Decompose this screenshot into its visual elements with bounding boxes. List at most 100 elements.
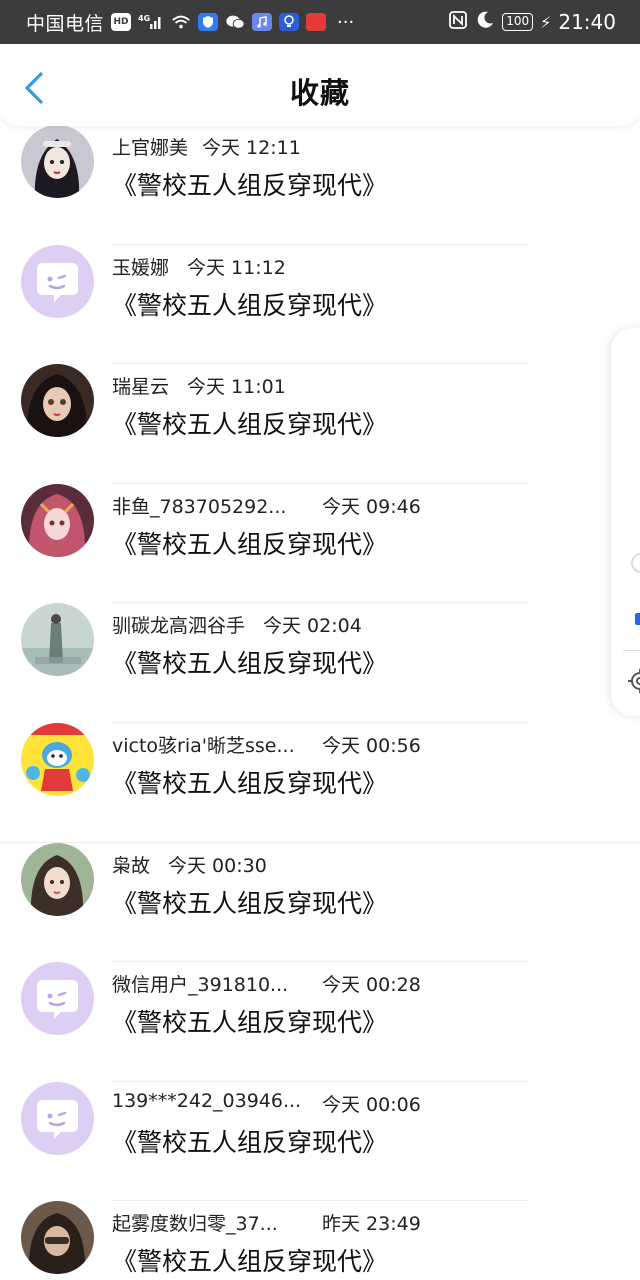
status-bar: 中国电信 HD 4G ··· 100 ⚡ 21:40 bbox=[0, 0, 640, 44]
user-name: 瑞星云 bbox=[112, 376, 170, 399]
user-name: 上官娜美 bbox=[112, 137, 189, 159]
more-notifications-icon: ··· bbox=[337, 11, 355, 33]
indicator-icon bbox=[635, 613, 640, 625]
divider bbox=[112, 243, 528, 245]
list-item[interactable]: 非鱼_783705292... 今天 09:46 《警校五人组反穿现代》 bbox=[0, 483, 640, 605]
user-name: 驯碳龙高泗谷手 bbox=[112, 615, 246, 638]
divider bbox=[0, 841, 640, 843]
list-item[interactable]: 瑞星云 今天 11:01 《警校五人组反穿现代》 bbox=[0, 364, 640, 485]
timestamp: 今天 00:30 bbox=[168, 854, 267, 877]
network-type-label: 4G bbox=[138, 14, 150, 23]
item-meta: 微信用户_391810... bbox=[112, 970, 288, 997]
timestamp: 昨天 23:49 bbox=[322, 1213, 421, 1236]
hd-icon: HD bbox=[111, 13, 132, 31]
list-item[interactable]: 微信用户_391810... 今天 00:28 《警校五人组反穿现代》 bbox=[0, 962, 640, 1083]
carrier-label: 中国电信 bbox=[26, 12, 105, 35]
shield-app-icon bbox=[198, 13, 219, 31]
wechat-icon bbox=[225, 13, 245, 31]
status-bar-right: 100 ⚡ 21:40 bbox=[448, 10, 616, 35]
list-item[interactable]: 139***242_03946... 今天 00:06 《警校五人组反穿现代》 bbox=[0, 1081, 640, 1203]
book-title[interactable]: 《警校五人组反穿现代》 bbox=[112, 525, 387, 561]
book-title[interactable]: 《警校五人组反穿现代》 bbox=[112, 1242, 387, 1278]
timestamp: 今天 12:11 bbox=[202, 137, 301, 159]
item-meta: 上官娜美 今天 12:11 bbox=[112, 133, 301, 160]
user-name: 139***242_03946... bbox=[112, 1089, 302, 1112]
timestamp: 今天 09:46 bbox=[322, 495, 421, 518]
book-title[interactable]: 《警校五人组反穿现代》 bbox=[112, 764, 387, 800]
favorites-list: 上官娜美 今天 12:11 《警校五人组反穿现代》 玉媛娜 今天 11:12 《警校… bbox=[0, 125, 640, 1280]
list-item[interactable]: victo骇ria'晰芝sse... 今天 00:56 《警校五人组反穿现代》 bbox=[0, 722, 640, 844]
default-avatar-icon bbox=[21, 1081, 94, 1155]
divider bbox=[112, 602, 528, 604]
gear-icon[interactable] bbox=[627, 668, 640, 694]
timestamp: 今天 11:01 bbox=[187, 376, 286, 399]
moon-icon bbox=[475, 10, 495, 35]
book-title[interactable]: 《警校五人组反穿现代》 bbox=[112, 1003, 387, 1039]
timestamp: 今天 11:12 bbox=[187, 256, 286, 279]
status-bar-left: 中国电信 HD 4G ··· bbox=[26, 9, 354, 36]
avatar[interactable] bbox=[21, 483, 94, 557]
user-name: 枭故 bbox=[112, 854, 151, 877]
list-item[interactable]: 驯碳龙高泗谷手 今天 02:04 《警校五人组反穿现代》 bbox=[0, 603, 640, 724]
list-item[interactable]: 枭故 今天 00:30 《警校五人组反穿现代》 bbox=[0, 842, 640, 964]
huawei-app-icon bbox=[306, 13, 327, 31]
book-title[interactable]: 《警校五人组反穿现代》 bbox=[112, 166, 387, 202]
timestamp: 今天 00:06 bbox=[322, 1093, 421, 1116]
item-meta: 玉媛娜 今天 11:12 bbox=[112, 253, 286, 280]
music-app-icon bbox=[252, 13, 273, 31]
avatar[interactable] bbox=[21, 842, 94, 916]
list-item[interactable]: 上官娜美 今天 12:11 《警校五人组反穿现代》 bbox=[0, 125, 640, 246]
toggle-knob-icon[interactable] bbox=[631, 553, 640, 573]
divider bbox=[112, 721, 528, 723]
nfc-icon bbox=[448, 10, 468, 35]
item-meta: 起雾度数归零_37... bbox=[112, 1209, 278, 1236]
page-title: 收藏 bbox=[289, 76, 350, 110]
item-meta: 瑞星云 今天 11:01 bbox=[112, 372, 286, 399]
timestamp: 今天 00:56 bbox=[322, 734, 421, 757]
user-name: 玉媛娜 bbox=[112, 256, 170, 279]
avatar[interactable] bbox=[21, 962, 94, 1036]
favorites-screen: 中国电信 HD 4G ··· 100 ⚡ 21:40 收藏 上官娜美 今天 12… bbox=[0, 0, 640, 1280]
user-name: 非鱼_783705292... bbox=[112, 495, 287, 518]
avatar[interactable] bbox=[21, 722, 94, 796]
book-title[interactable]: 《警校五人组反穿现代》 bbox=[112, 644, 387, 680]
divider bbox=[112, 363, 528, 365]
item-meta: 驯碳龙高泗谷手 今天 02:04 bbox=[112, 611, 362, 638]
user-name: 微信用户_391810... bbox=[112, 974, 289, 997]
avatar[interactable] bbox=[21, 603, 94, 677]
wifi-icon bbox=[171, 13, 191, 31]
book-title[interactable]: 《警校五人组反穿现代》 bbox=[112, 1123, 387, 1159]
item-meta: 非鱼_783705292... bbox=[112, 492, 286, 519]
user-name: 起雾度数归零_37... bbox=[112, 1213, 278, 1236]
avatar[interactable] bbox=[21, 125, 94, 198]
book-title[interactable]: 《警校五人组反穿现代》 bbox=[112, 405, 387, 441]
default-avatar-icon bbox=[21, 962, 94, 1036]
battery-icon: 100 bbox=[502, 13, 534, 31]
user-name: victo骇ria'晰芝sse... bbox=[112, 734, 295, 757]
timestamp: 今天 02:04 bbox=[263, 615, 362, 638]
clock: 21:40 bbox=[558, 10, 616, 34]
avatar[interactable] bbox=[21, 244, 94, 318]
item-meta: victo骇ria'晰芝sse... bbox=[112, 731, 295, 758]
default-avatar-icon bbox=[21, 244, 94, 318]
item-meta: 枭故 今天 00:30 bbox=[112, 851, 267, 878]
divider bbox=[623, 650, 640, 651]
avatar[interactable] bbox=[21, 1081, 94, 1155]
floating-side-panel[interactable] bbox=[611, 328, 640, 716]
divider bbox=[112, 1080, 528, 1082]
avatar[interactable] bbox=[21, 364, 94, 438]
bulb-app-icon bbox=[279, 13, 300, 31]
signal-icon: 4G bbox=[138, 13, 164, 31]
list-item[interactable]: 玉媛娜 今天 11:12 《警校五人组反穿现代》 bbox=[0, 244, 640, 366]
item-meta: 139***242_03946... bbox=[112, 1090, 301, 1112]
list-item[interactable]: 起雾度数归零_37... 昨天 23:49 《警校五人组反穿现代》 bbox=[0, 1201, 640, 1280]
divider bbox=[112, 1200, 528, 1202]
avatar[interactable] bbox=[21, 1201, 94, 1275]
charging-icon: ⚡ bbox=[540, 12, 552, 32]
book-title[interactable]: 《警校五人组反穿现代》 bbox=[112, 884, 387, 920]
app-header: 收藏 bbox=[0, 44, 640, 126]
divider bbox=[112, 961, 528, 963]
timestamp: 今天 00:28 bbox=[322, 974, 421, 997]
book-title[interactable]: 《警校五人组反穿现代》 bbox=[112, 286, 387, 322]
divider bbox=[112, 482, 528, 484]
